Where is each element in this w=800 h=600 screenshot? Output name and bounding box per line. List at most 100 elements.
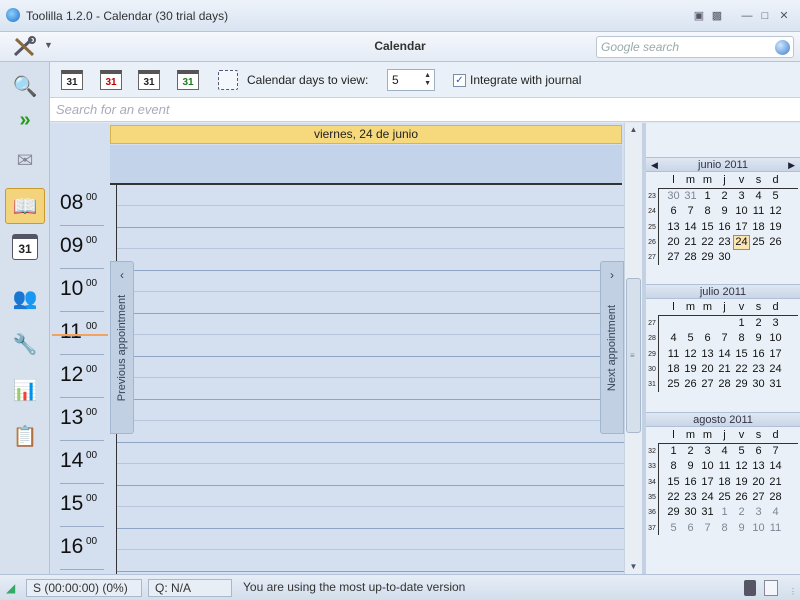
date-cell[interactable]: 21 xyxy=(767,475,784,490)
date-cell[interactable]: 30 xyxy=(716,250,733,265)
sidebar-contacts-icon[interactable]: 👥 xyxy=(5,280,45,316)
date-cell[interactable]: 13 xyxy=(699,347,716,362)
date-cell[interactable]: 9 xyxy=(682,459,699,474)
date-cell[interactable]: 18 xyxy=(750,220,767,235)
date-cell[interactable]: 16 xyxy=(716,220,733,235)
time-slot[interactable] xyxy=(116,314,626,335)
sidebar-calendar-icon[interactable]: 31 xyxy=(12,234,38,260)
date-cell[interactable]: 19 xyxy=(767,220,784,235)
date-cell[interactable]: 1 xyxy=(665,444,682,459)
date-cell[interactable]: 8 xyxy=(716,521,733,536)
date-cell[interactable]: 3 xyxy=(767,316,784,331)
date-cell[interactable]: 26 xyxy=(682,377,699,392)
date-cell[interactable]: 17 xyxy=(699,475,716,490)
date-cell[interactable]: 3 xyxy=(750,505,767,520)
close-button[interactable]: ✕ xyxy=(777,10,791,22)
date-cell[interactable]: 28 xyxy=(682,250,699,265)
date-cell[interactable]: 1 xyxy=(699,189,716,204)
sidebar-settings-icon[interactable]: 🔧 xyxy=(5,326,45,362)
scroll-up-icon[interactable]: ▲ xyxy=(625,125,642,134)
google-search-input[interactable]: Google search xyxy=(596,36,794,58)
date-cell[interactable]: 8 xyxy=(665,459,682,474)
time-slot[interactable] xyxy=(116,486,626,507)
prev-month-icon[interactable]: ◀ xyxy=(651,158,658,172)
date-cell[interactable]: 2 xyxy=(750,316,767,331)
time-slot[interactable] xyxy=(116,550,626,572)
date-cell[interactable]: 29 xyxy=(665,505,682,520)
date-cell[interactable]: 19 xyxy=(733,475,750,490)
minimize-button[interactable]: — xyxy=(740,10,754,22)
date-cell[interactable]: 4 xyxy=(665,331,682,346)
date-cell[interactable]: 2 xyxy=(733,505,750,520)
work-week-view-icon[interactable]: 31 xyxy=(100,70,122,90)
date-cell[interactable]: 15 xyxy=(699,220,716,235)
date-cell[interactable]: 10 xyxy=(733,204,750,219)
phone-icon[interactable] xyxy=(744,580,756,596)
date-cell[interactable]: 12 xyxy=(682,347,699,362)
vertical-scrollbar[interactable]: ▲ ≡ ▼ xyxy=(624,123,642,574)
next-month-icon[interactable]: ▶ xyxy=(788,158,795,172)
date-cell[interactable]: 7 xyxy=(716,331,733,346)
date-cell[interactable]: 5 xyxy=(733,444,750,459)
date-cell[interactable]: 30 xyxy=(682,505,699,520)
date-cell[interactable]: 28 xyxy=(767,490,784,505)
date-cell[interactable]: 7 xyxy=(699,521,716,536)
date-cell[interactable]: 10 xyxy=(699,459,716,474)
integrate-journal-checkbox[interactable]: ✓ xyxy=(453,74,466,87)
date-cell[interactable]: 6 xyxy=(699,331,716,346)
date-cell[interactable]: 16 xyxy=(682,475,699,490)
date-cell[interactable]: 25 xyxy=(750,235,767,250)
date-cell[interactable]: 23 xyxy=(682,490,699,505)
week-view-icon[interactable]: 31 xyxy=(138,70,160,90)
date-cell[interactable]: 15 xyxy=(733,347,750,362)
time-slot[interactable] xyxy=(116,206,626,228)
maximize-button[interactable]: □ xyxy=(758,10,772,22)
globe-icon[interactable] xyxy=(775,40,790,55)
date-cell[interactable]: 26 xyxy=(733,490,750,505)
time-slot[interactable] xyxy=(116,228,626,249)
date-cell[interactable]: 14 xyxy=(767,459,784,474)
sidebar-reports-icon[interactable]: 📋 xyxy=(5,418,45,454)
date-cell[interactable]: 5 xyxy=(767,189,784,204)
date-cell[interactable]: 21 xyxy=(682,235,699,250)
date-cell[interactable]: 4 xyxy=(750,189,767,204)
date-cell[interactable]: 8 xyxy=(699,204,716,219)
date-cell[interactable]: 19 xyxy=(682,362,699,377)
day-view-icon[interactable]: 31 xyxy=(61,70,83,90)
date-cell[interactable]: 31 xyxy=(767,377,784,392)
date-cell[interactable]: 22 xyxy=(665,490,682,505)
time-slot[interactable] xyxy=(116,421,626,443)
date-cell[interactable]: 24 xyxy=(699,490,716,505)
date-cell[interactable]: 9 xyxy=(750,331,767,346)
date-cell[interactable]: 3 xyxy=(699,444,716,459)
export-calendar-icon[interactable] xyxy=(218,70,238,90)
time-slot[interactable] xyxy=(116,292,626,314)
time-slot[interactable] xyxy=(116,507,626,529)
sidebar-search-icon[interactable]: 🔍 xyxy=(5,68,45,104)
date-cell[interactable]: 2 xyxy=(682,444,699,459)
date-cell[interactable]: 9 xyxy=(716,204,733,219)
date-cell[interactable]: 10 xyxy=(750,521,767,536)
sidebar-chart-icon[interactable]: 📊 xyxy=(5,372,45,408)
date-cell[interactable]: 1 xyxy=(733,316,750,331)
date-cell[interactable]: 30 xyxy=(665,189,682,204)
time-slot[interactable] xyxy=(116,249,626,271)
date-cell[interactable]: 5 xyxy=(682,331,699,346)
date-cell[interactable]: 29 xyxy=(699,250,716,265)
date-cell[interactable]: 27 xyxy=(665,250,682,265)
date-cell[interactable]: 21 xyxy=(716,362,733,377)
resize-grip-icon[interactable]: ⋮ xyxy=(789,587,797,596)
date-cell[interactable]: 5 xyxy=(665,521,682,536)
date-cell[interactable]: 29 xyxy=(733,377,750,392)
date-cell[interactable]: 7 xyxy=(682,204,699,219)
date-cell[interactable]: 25 xyxy=(716,490,733,505)
date-cell[interactable]: 31 xyxy=(699,505,716,520)
date-cell[interactable]: 18 xyxy=(665,362,682,377)
days-to-view-spinner[interactable]: 5 ▲ ▼ xyxy=(387,69,435,91)
date-cell[interactable]: 27 xyxy=(699,377,716,392)
sidebar-mail-icon[interactable]: ✉ xyxy=(5,142,45,178)
date-cell[interactable]: 12 xyxy=(767,204,784,219)
date-cell[interactable]: 3 xyxy=(733,189,750,204)
time-slot[interactable] xyxy=(116,400,626,421)
date-cell[interactable]: 11 xyxy=(767,521,784,536)
